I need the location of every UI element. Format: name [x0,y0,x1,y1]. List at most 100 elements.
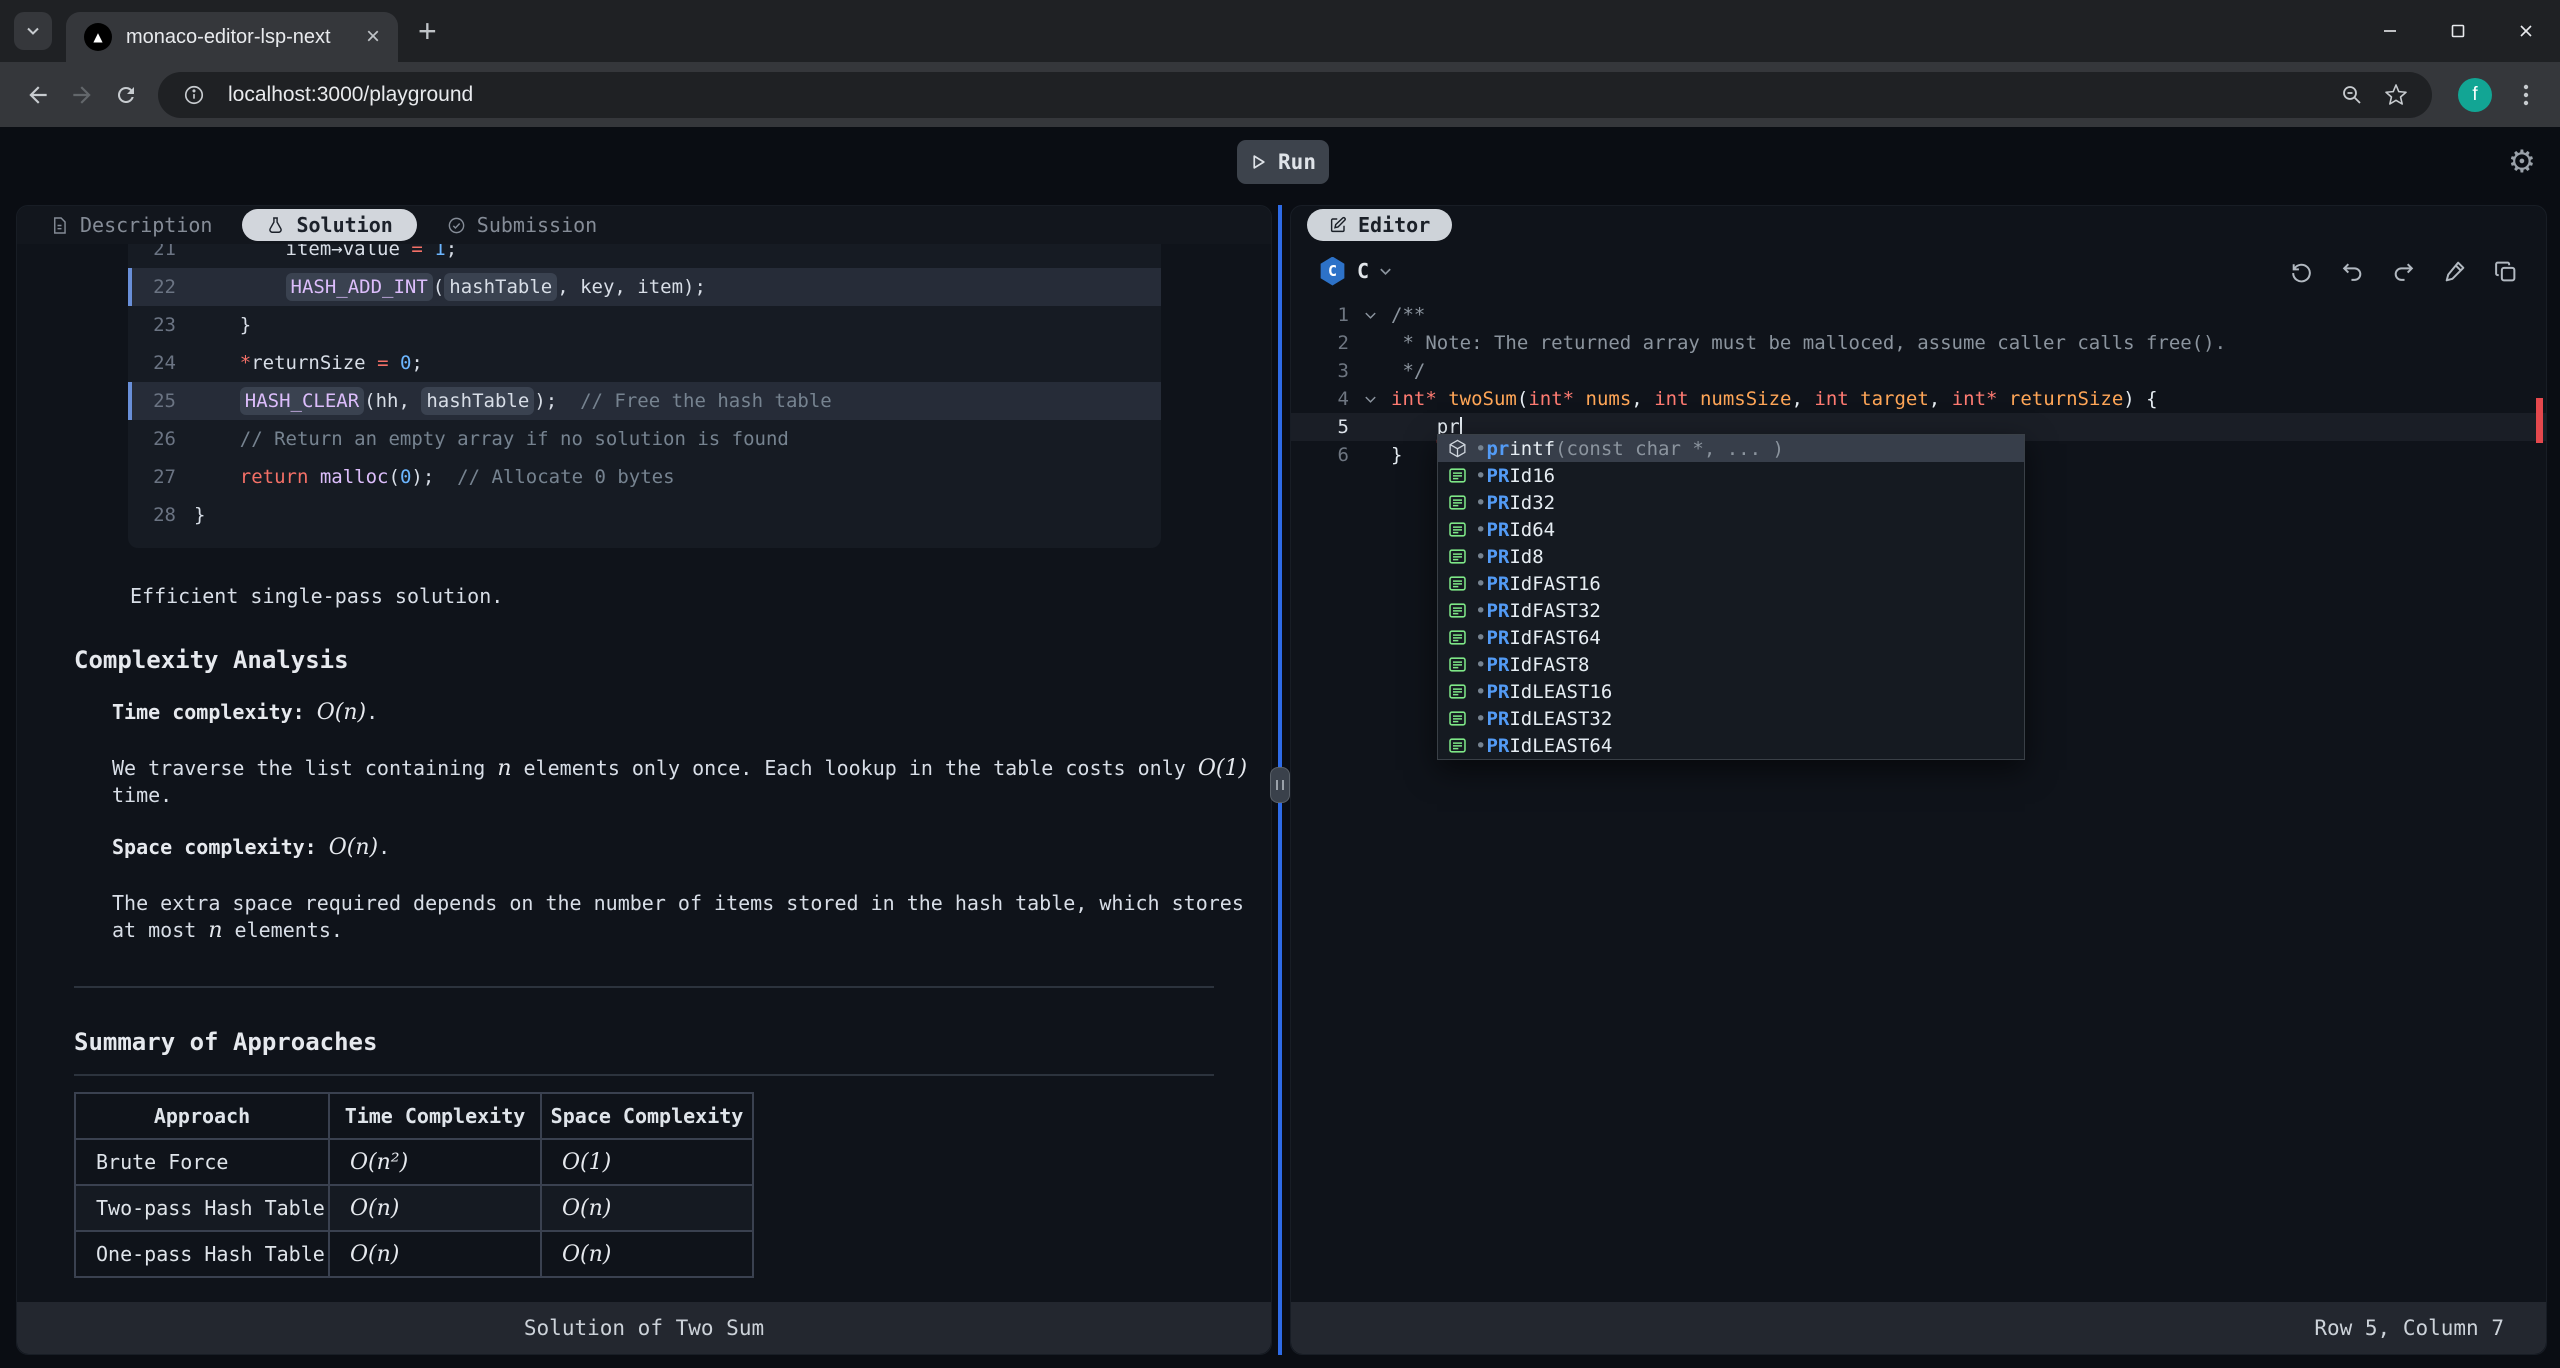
code-token [194,352,240,374]
forward-icon[interactable] [60,73,104,117]
bookmark-star-icon[interactable] [2374,83,2418,107]
snippet-icon [1445,628,1469,647]
approach-cell: Two-pass Hash Table [75,1185,329,1231]
redo-icon[interactable] [2391,259,2416,284]
snippet-icon [1445,466,1469,485]
suggest-item[interactable]: •PRIdLEAST32 [1438,705,2024,732]
minimize-icon[interactable] [2356,0,2424,62]
code-text: /** [1391,301,1425,329]
code-token: numsSize [1700,388,1792,410]
line-number: 3 [1291,357,1349,385]
editor-line[interactable]: 1 /** [1291,301,2546,329]
suggest-item[interactable]: •PRIdLEAST64 [1438,732,2024,759]
tab-editor[interactable]: Editor [1307,209,1452,241]
code-token: /** [1391,304,1425,326]
zoom-icon[interactable] [2330,83,2374,107]
snippet-icon [1445,682,1469,701]
editor-line[interactable]: 4int* twoSum(int* nums, int numsSize, in… [1291,385,2546,413]
code-text: } [1391,441,1402,469]
code-token: HASH_CLEAR [240,387,364,415]
line-number: 1 [1291,301,1349,329]
table-header: Approach [75,1093,329,1139]
suggest-bullet: • [1475,546,1486,568]
tab-description[interactable]: Description [50,213,212,237]
code-token: int [1814,388,1848,410]
editor-line[interactable]: 2 * Note: The returned array must be mal… [1291,329,2546,357]
close-icon[interactable] [2492,0,2560,62]
line-number: 24 [140,344,176,382]
suggest-item[interactable]: •printf(const char *, ... ) [1438,435,2024,462]
format-icon[interactable] [2442,259,2467,284]
tab-search-button[interactable] [14,12,52,50]
code-token: // Free the hash table [557,390,832,412]
monaco-editor[interactable]: 1 /** 2 * Note: The returned array must be… [1291,298,2546,1302]
play-icon [1250,153,1267,171]
suggest-item[interactable]: •PRId32 [1438,489,2024,516]
suggest-label: IdLEAST32 [1509,708,1612,730]
suggest-match: PR [1486,735,1509,757]
code-token: , key, item); [557,276,706,298]
code-token: returnSize [2009,388,2123,410]
editor-line[interactable]: 3 */ [1291,357,2546,385]
suggest-item[interactable]: •PRIdFAST64 [1438,624,2024,651]
address-bar[interactable]: localhost:3000/playground [158,72,2432,118]
fold-spacer [1349,329,1391,357]
panel-resize-handle[interactable] [1270,767,1290,803]
browser-tab[interactable]: ▲ monaco-editor-lsp-next × [66,12,398,62]
code-token [1689,388,1700,410]
fold-chevron-icon[interactable] [1349,301,1391,329]
text-segment: O(n) [317,700,366,725]
suggest-item[interactable]: •PRIdFAST16 [1438,570,2024,597]
run-button[interactable]: Run [1237,140,1329,184]
window-controls [2356,0,2560,62]
suggest-bullet: • [1475,492,1486,514]
suggest-label: Id32 [1509,492,1555,514]
code-token: ; [446,244,457,260]
code-token: , [1791,388,1814,410]
suggest-match: PR [1486,573,1509,595]
code-token: returnSize [251,352,377,374]
suggest-bullet: • [1475,573,1486,595]
new-tab-icon[interactable]: + [418,13,437,50]
undo-icon[interactable] [2340,259,2365,284]
suggest-item[interactable]: •PRId8 [1438,543,2024,570]
reload-icon[interactable] [104,73,148,117]
reset-icon[interactable] [2289,259,2314,284]
suggest-item[interactable]: •PRIdFAST32 [1438,597,2024,624]
profile-avatar[interactable]: f [2458,78,2492,112]
snippet-icon [1445,493,1469,512]
url-text[interactable]: localhost:3000/playground [228,83,2330,107]
text-segment: O(1) [1198,756,1247,781]
suggest-item[interactable]: •PRIdFAST8 [1438,651,2024,678]
fold-spacer [1349,357,1391,385]
tab-submission[interactable]: Submission [447,213,597,237]
suggest-bullet: • [1475,735,1486,757]
tab-close-icon[interactable]: × [366,23,380,51]
solution-panel: Description Solution Submission 21 item→… [16,205,1272,1355]
code-token: , [1631,388,1654,410]
snippet-icon [1445,601,1469,620]
info-icon[interactable] [172,84,216,106]
code-text: *returnSize = 0; [194,344,423,382]
gear-icon[interactable]: ⚙ [2508,144,2536,180]
maximize-icon[interactable] [2424,0,2492,62]
back-icon[interactable] [16,73,60,117]
suggest-bullet: • [1475,465,1486,487]
code-token: int [1654,388,1688,410]
fold-chevron-icon[interactable] [1349,385,1391,413]
language-chevron-down-icon[interactable] [1378,264,1393,279]
editor-panel: Editor C C 1/**2 * Note: The returned ar… [1290,205,2547,1355]
flask-icon [266,216,285,235]
line-number: 4 [1291,385,1349,413]
solution-content[interactable]: 21 item→value = 1;22 HASH_ADD_INT(hashTa… [17,244,1271,1302]
suggest-item[interactable]: •PRId64 [1438,516,2024,543]
suggest-item[interactable]: •PRIdLEAST16 [1438,678,2024,705]
line-number: 23 [140,306,176,344]
suggest-item[interactable]: •PRId16 [1438,462,2024,489]
code-text: } [194,306,251,344]
suggest-match: PR [1486,708,1509,730]
tab-solution[interactable]: Solution [242,209,416,241]
copy-icon[interactable] [2493,259,2518,284]
section-divider [74,986,1214,988]
kebab-menu-icon[interactable] [2508,83,2544,107]
